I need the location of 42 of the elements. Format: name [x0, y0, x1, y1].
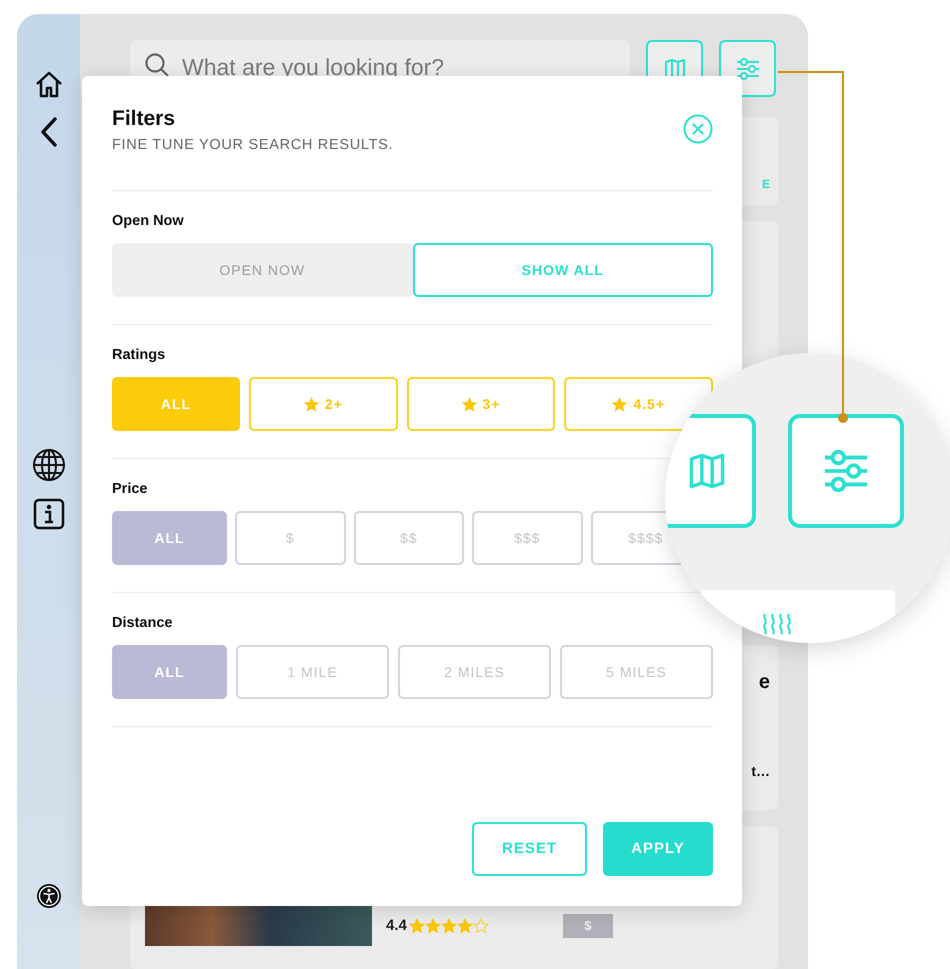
filter-option[interactable]: 4.5+ — [564, 377, 714, 431]
filter-option[interactable]: OPEN NOW — [112, 243, 412, 297]
apply-button[interactable]: APPLY — [603, 822, 713, 876]
star-icon — [612, 396, 628, 412]
dialog-subtitle: FINE TUNE YOUR SEARCH RESULTS. — [112, 136, 394, 155]
card-text: e — [758, 670, 770, 695]
globe-icon[interactable] — [32, 448, 66, 482]
section-label: Distance — [112, 614, 174, 633]
map-icon — [687, 452, 727, 490]
info-icon[interactable] — [32, 498, 64, 530]
star-icon — [440, 918, 457, 934]
filter-option[interactable]: ALL — [112, 511, 227, 565]
filter-option[interactable]: 5 MILES — [560, 645, 713, 699]
back-icon[interactable] — [38, 116, 58, 148]
filter-option[interactable]: $ — [235, 511, 346, 565]
filter-option[interactable]: 2+ — [249, 377, 398, 431]
star-icon — [408, 918, 425, 934]
dialog-title: Filters — [112, 106, 176, 132]
filter-option[interactable]: ALL — [112, 377, 240, 431]
accessibility-icon[interactable] — [36, 883, 62, 909]
filter-option[interactable]: ALL — [112, 645, 227, 699]
section-label: Price — [112, 480, 148, 499]
filter-option[interactable]: 3+ — [406, 377, 556, 431]
star-icon — [424, 918, 441, 934]
star-icon — [462, 396, 477, 412]
card-text: t… — [751, 762, 770, 781]
home-icon[interactable] — [34, 70, 64, 98]
filter-option[interactable]: $$ — [354, 511, 464, 565]
filter-option[interactable]: SHOW ALL — [412, 243, 713, 297]
section-label: Open Now — [112, 212, 185, 231]
star-icon — [456, 918, 473, 934]
star-icon — [304, 396, 319, 412]
filter-option[interactable]: $$$ — [472, 511, 582, 565]
rating-value: 4.4 — [386, 916, 407, 936]
reset-button[interactable]: RESET — [472, 822, 587, 876]
filter-option[interactable]: 1 MILE — [236, 645, 389, 699]
section-label: Ratings — [112, 346, 166, 365]
star-icon — [472, 918, 489, 934]
search-icon — [144, 52, 170, 78]
card-text: E — [762, 176, 770, 193]
price-tag: $ — [562, 914, 613, 938]
filter-option[interactable]: 2 MILES — [398, 645, 551, 699]
